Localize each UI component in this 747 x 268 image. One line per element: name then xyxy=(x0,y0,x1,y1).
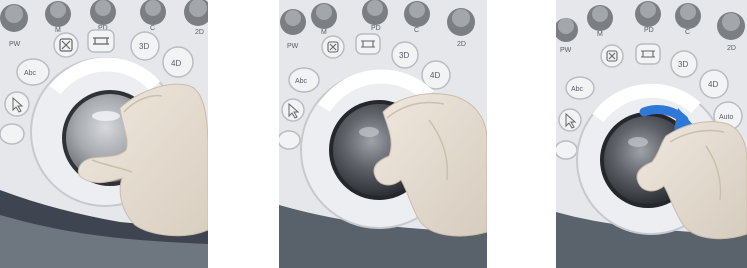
key-label-auto: Auto xyxy=(719,114,734,121)
key-label-m: M xyxy=(597,31,603,38)
measure-key[interactable] xyxy=(87,29,115,53)
side-key[interactable] xyxy=(556,140,578,160)
key-label-3d: 3D xyxy=(399,51,409,60)
cursor-key[interactable] xyxy=(281,98,305,122)
key-label-3d: 3D xyxy=(139,42,149,51)
cursor-key[interactable] xyxy=(558,108,582,132)
side-key[interactable] xyxy=(279,130,301,150)
key-label-4d: 4D xyxy=(708,80,718,89)
key-label-abc: Abc xyxy=(295,78,308,85)
photo-panel-step-1: PW M PD C 2D 3D 4D Abc xyxy=(0,0,208,268)
key-label-abc: Abc xyxy=(24,70,37,77)
measure-key[interactable] xyxy=(355,33,381,55)
key-label-2d: 2D xyxy=(457,41,466,48)
key-label-2d: 2D xyxy=(727,45,736,52)
key-label-m: M xyxy=(321,29,327,36)
key-label-c: C xyxy=(685,29,690,36)
key-label-pw: PW xyxy=(287,43,299,50)
photo-panel-step-2: PW M PD C 2D 3D 4D Abc xyxy=(279,0,487,268)
key-label-pw: PW xyxy=(560,47,572,54)
key-label-c: C xyxy=(414,27,419,34)
photo-panel-step-3: PW M PD C 2D 3D 4D Auto Abc xyxy=(556,0,747,268)
measure-key[interactable] xyxy=(635,43,661,65)
key-label-pd: PD xyxy=(371,25,381,32)
key-label-2d: 2D xyxy=(195,29,204,36)
key-label-pd: PD xyxy=(644,27,654,34)
key-label-pw: PW xyxy=(9,41,21,48)
cursor-key[interactable] xyxy=(4,91,30,117)
key-label-c: C xyxy=(150,25,155,32)
key-label-4d: 4D xyxy=(171,59,181,68)
key-label-abc: Abc xyxy=(571,86,584,93)
key-label-m: M xyxy=(55,27,61,34)
key-label-4d: 4D xyxy=(430,71,440,80)
key-label-3d: 3D xyxy=(678,60,688,69)
side-key[interactable] xyxy=(0,123,25,145)
